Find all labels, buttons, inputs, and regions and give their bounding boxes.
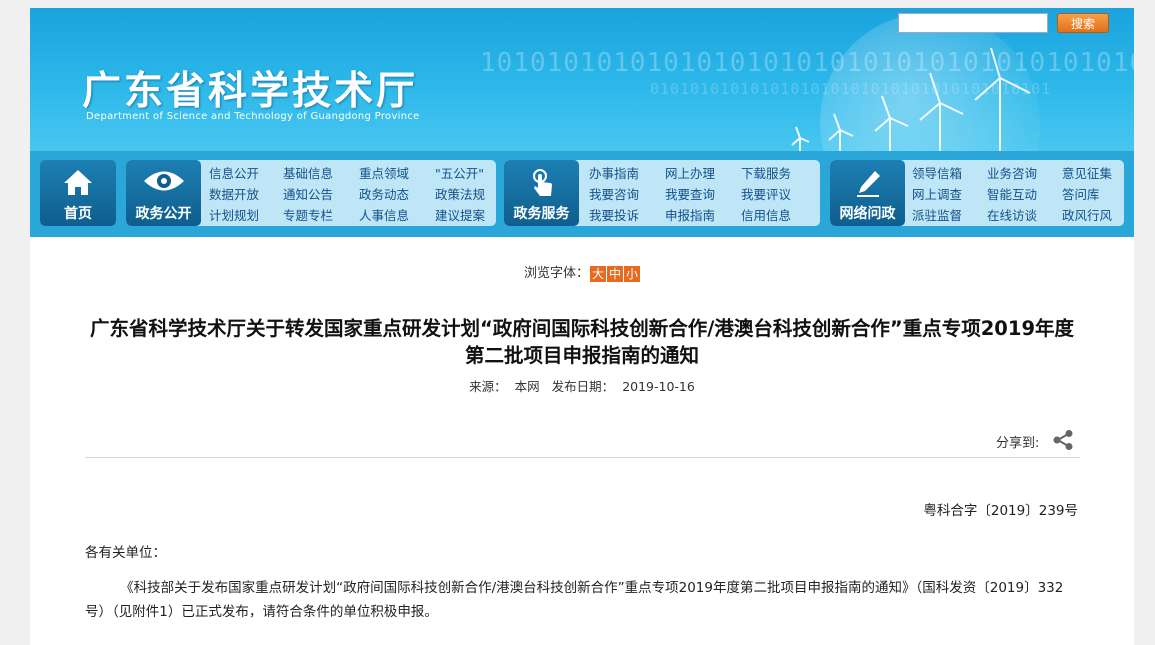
nav-zhengwu-fuwu-label: 政务服务 — [513, 206, 570, 222]
nav-link[interactable]: 专题专栏 — [283, 205, 359, 226]
date-value: 2019-10-16 — [622, 379, 695, 394]
document-number: 粤科合字〔2019〕239号 — [923, 503, 1078, 519]
page: 101010101010101010101010101010101010101 0… — [30, 8, 1134, 645]
site-title: 广东省科学技术厅 — [82, 69, 419, 114]
nav-link[interactable]: 重点领域 — [359, 163, 435, 184]
nav-link[interactable]: 网上调查 — [912, 184, 987, 205]
salutation: 各有关单位： — [85, 545, 166, 561]
nav-link[interactable]: 数据开放 — [209, 184, 283, 205]
nav-link[interactable]: "五公开" — [435, 163, 496, 184]
article-title: 广东省科学技术厅关于转发国家重点研发计划“政府间国际科技创新合作/港澳台科技创新… — [89, 317, 1075, 367]
share-label: 分享到: — [996, 436, 1040, 451]
nav-link[interactable]: 下载服务 — [741, 163, 817, 184]
nav-wangluo-wenzheng-label: 网络问政 — [839, 206, 896, 222]
eye-icon — [143, 171, 184, 191]
nav-link[interactable]: 在线访谈 — [987, 205, 1062, 226]
nav-link[interactable]: 网上办理 — [665, 163, 741, 184]
nav-zhengwu-gongkai-links: 信息公开 基础信息 重点领域 "五公开" 数据开放 通知公告 政务动态 政策法规… — [209, 163, 496, 226]
nav-link[interactable]: 我要评议 — [741, 184, 817, 205]
nav-link[interactable]: 政务动态 — [359, 184, 435, 205]
font-size-medium-button[interactable]: 中 — [607, 265, 623, 282]
nav-link[interactable]: 我要查询 — [665, 184, 741, 205]
nav-link[interactable]: 我要咨询 — [589, 184, 665, 205]
search-input[interactable] — [898, 13, 1048, 33]
nav-link[interactable]: 人事信息 — [359, 205, 435, 226]
nav-wangluo-wenzheng-links: 领导信箱 业务咨询 意见征集 网上调查 智能互动 答问库 派驻监督 在线访谈 政… — [912, 163, 1124, 226]
body-paragraph: 《科技部关于发布国家重点研发计划“政府间国际科技创新合作/港澳台科技创新合作”重… — [85, 580, 1064, 620]
nav-link[interactable]: 意见征集 — [1062, 163, 1124, 184]
nav-zhengwu-fuwu-links: 办事指南 网上办理 下载服务 我要咨询 我要查询 我要评议 我要投诉 申报指南 … — [589, 163, 817, 226]
font-size-switcher: 浏览字体：大中小 — [30, 262, 1134, 282]
nav-link[interactable]: 派驻监督 — [912, 205, 987, 226]
font-size-label: 浏览字体： — [523, 266, 589, 281]
nav-zhengwu-gongkai-label: 政务公开 — [135, 206, 192, 222]
nav-group-wangluo-wenzheng: 网络问政 领导信箱 业务咨询 意见征集 网上调查 智能互动 答问库 派驻监督 在… — [830, 160, 1124, 226]
share-icon[interactable] — [1052, 429, 1074, 451]
nav-home-label: 首页 — [64, 206, 92, 222]
date-label: 发布日期： — [551, 379, 615, 394]
nav-link[interactable]: 建议提案 — [435, 205, 496, 226]
nav-link[interactable]: 答问库 — [1062, 184, 1124, 205]
header-banner: 101010101010101010101010101010101010101 0… — [30, 8, 1134, 151]
nav-zhengwu-fuwu-button[interactable]: 政务服务 — [504, 160, 579, 226]
nav-wangluo-wenzheng-button[interactable]: 网络问政 — [830, 160, 905, 226]
source-value: 本网 — [514, 379, 540, 394]
pointing-hand-icon — [532, 169, 552, 196]
nav-group-zhengwu-gongkai: 政务公开 信息公开 基础信息 重点领域 "五公开" 数据开放 通知公告 政务动态… — [126, 160, 496, 226]
main-nav: 首页 政务公开 信息公开 基础信息 重点领域 "五公开" 数据开放 通知公告 政… — [30, 151, 1134, 237]
nav-link[interactable]: 基础信息 — [283, 163, 359, 184]
nav-link[interactable]: 我要投诉 — [589, 205, 665, 226]
pen-icon — [856, 171, 880, 197]
nav-link[interactable]: 信用信息 — [741, 205, 817, 226]
nav-link[interactable]: 计划规划 — [209, 205, 283, 226]
nav-link[interactable]: 智能互动 — [987, 184, 1062, 205]
nav-link[interactable]: 办事指南 — [589, 163, 665, 184]
font-size-small-button[interactable]: 小 — [624, 265, 640, 282]
wind-turbine-icon — [791, 48, 1031, 151]
nav-link[interactable]: 申报指南 — [665, 205, 741, 226]
nav-link[interactable]: 政风行风 — [1062, 205, 1124, 226]
nav-zhengwu-gongkai-button[interactable]: 政务公开 — [126, 160, 201, 226]
nav-link[interactable]: 信息公开 — [209, 163, 283, 184]
site-subtitle: Department of Science and Technology of … — [86, 111, 420, 122]
nav-link[interactable]: 业务咨询 — [987, 163, 1062, 184]
nav-link[interactable]: 政策法规 — [435, 184, 496, 205]
divider — [85, 457, 1080, 458]
home-icon — [64, 170, 92, 195]
nav-home[interactable]: 首页 — [40, 160, 116, 226]
font-size-large-button[interactable]: 大 — [590, 265, 606, 282]
nav-group-zhengwu-fuwu: 政务服务 办事指南 网上办理 下载服务 我要咨询 我要查询 我要评议 我要投诉 … — [504, 160, 820, 226]
article-meta: 来源： 本网 发布日期： 2019-10-16 — [30, 376, 1134, 395]
nav-link[interactable]: 领导信箱 — [912, 163, 987, 184]
nav-home-button[interactable]: 首页 — [40, 160, 116, 226]
search-button[interactable]: 搜索 — [1057, 13, 1109, 33]
nav-link[interactable]: 通知公告 — [283, 184, 359, 205]
source-label: 来源： — [469, 379, 507, 394]
